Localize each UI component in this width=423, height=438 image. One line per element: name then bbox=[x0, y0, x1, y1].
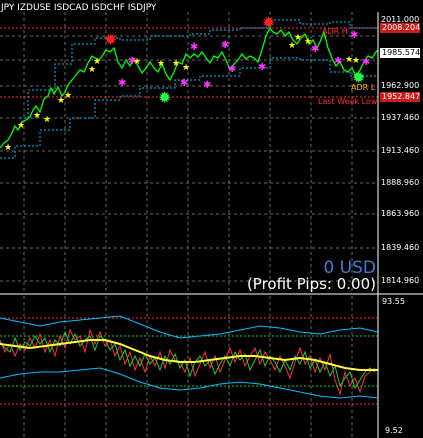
sell-star-icon: ✱ bbox=[334, 56, 342, 67]
sell-star-icon: ✱ bbox=[362, 57, 370, 68]
profit-pips: (Profit Pips: 0.00) bbox=[246, 275, 376, 293]
indicator-min-label: 9.52 bbox=[385, 426, 403, 435]
sell-star-icon: ✱ bbox=[258, 62, 266, 73]
adr-high-label: ADR H bbox=[322, 27, 348, 36]
buy-star-icon: ★ bbox=[4, 143, 12, 153]
indicator-yellow-line bbox=[0, 339, 378, 371]
last-week-low-badge: 1952.847 bbox=[380, 92, 421, 102]
price-label: 1937.460 bbox=[381, 113, 420, 122]
green-star-icon: ✹ bbox=[158, 88, 171, 107]
sell-star-icon: ✱ bbox=[350, 30, 358, 41]
buy-star-icon: ★ bbox=[352, 56, 360, 66]
red-star-icon: ✹ bbox=[262, 13, 275, 32]
last-week-low-label: Last Week Low bbox=[318, 97, 378, 106]
indicator-panel bbox=[0, 296, 379, 438]
buy-markers: ★ ★ ★ ★ ★ ★ ★ ★ ★ ★ ★ ★ ★ ★ ★ ★ ★ bbox=[4, 33, 360, 153]
adr-low-label: ADR L bbox=[351, 83, 376, 92]
buy-star-icon: ★ bbox=[64, 91, 72, 101]
indicator-upper-band bbox=[0, 315, 379, 339]
sell-star-icon: ✱ bbox=[190, 42, 198, 53]
sell-star-icon: ✱ bbox=[128, 56, 136, 67]
price-label: 1863.960 bbox=[381, 209, 420, 218]
grid-vertical bbox=[23, 12, 353, 292]
buy-star-icon: ★ bbox=[33, 111, 41, 121]
buy-star-icon: ★ bbox=[294, 33, 302, 43]
sell-star-icon: ✱ bbox=[221, 40, 229, 51]
price-label: 1888.960 bbox=[381, 178, 420, 187]
buy-star-icon: ★ bbox=[172, 59, 180, 69]
sell-star-icon: ✱ bbox=[228, 64, 236, 75]
indicator-grid bbox=[23, 296, 353, 438]
sell-star-icon: ✱ bbox=[203, 80, 211, 91]
buy-star-icon: ★ bbox=[17, 121, 25, 131]
buy-star-icon: ★ bbox=[182, 63, 190, 73]
buy-star-icon: ★ bbox=[93, 57, 101, 67]
buy-star-icon: ★ bbox=[43, 115, 51, 125]
buy-star-icon: ★ bbox=[157, 59, 165, 69]
adr-high-badge: 2008.204 bbox=[380, 23, 421, 33]
chart-title: JPY IZDUSE ISDCAD ISDCHF ISDJPY bbox=[1, 3, 157, 13]
price-label: 1913.460 bbox=[381, 146, 420, 155]
indicator-max-label: 93.55 bbox=[382, 297, 405, 306]
sell-star-icon: ✱ bbox=[118, 78, 126, 89]
lower-envelope bbox=[0, 57, 378, 159]
chart-canvas[interactable]: ★ ★ ★ ★ ★ ★ ★ ★ ★ ★ ★ ★ ★ ★ ★ ★ ★ ✱ ✱ ✱ … bbox=[0, 0, 423, 438]
current-price-badge: 1985.574 bbox=[380, 48, 421, 58]
sell-star-icon: ✱ bbox=[180, 78, 188, 89]
price-label: 1962.900 bbox=[381, 81, 420, 90]
price-label: 1839.460 bbox=[381, 243, 420, 252]
sell-star-icon: ✱ bbox=[311, 44, 319, 55]
red-star-icon: ✹ bbox=[104, 30, 117, 49]
price-label: 1814.960 bbox=[381, 276, 420, 285]
